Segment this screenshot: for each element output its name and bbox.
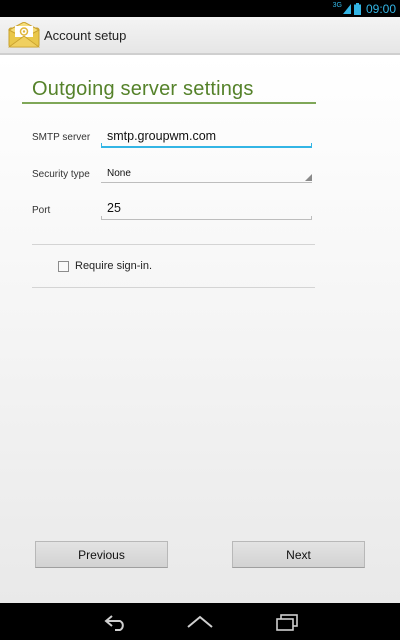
- smtp-server-input[interactable]: smtp.groupwm.com: [101, 128, 312, 148]
- section-divider: [32, 244, 315, 245]
- back-icon[interactable]: [103, 613, 129, 631]
- security-type-value: None: [107, 168, 131, 179]
- status-bar: 3G 09:00: [0, 0, 400, 17]
- home-icon[interactable]: [186, 613, 214, 631]
- status-time: 09:00: [365, 1, 396, 16]
- page-title: Outgoing server settings: [32, 78, 254, 100]
- email-app-icon: [8, 22, 40, 48]
- port-input[interactable]: 25: [101, 200, 312, 220]
- previous-button[interactable]: Previous: [35, 541, 168, 568]
- network-type: 3G: [332, 2, 342, 9]
- require-signin-row[interactable]: Require sign-in.: [58, 260, 152, 272]
- action-bar: Account setup: [0, 17, 400, 55]
- require-signin-label: Require sign-in.: [75, 260, 153, 272]
- navigation-bar: [0, 603, 400, 640]
- port-label: Port: [32, 205, 51, 216]
- next-button[interactable]: Next: [232, 541, 365, 568]
- recent-apps-icon[interactable]: [274, 613, 300, 631]
- security-type-select[interactable]: None: [101, 163, 312, 183]
- app-title: Account setup: [44, 27, 127, 43]
- main-content: Outgoing server settings SMTP server smt…: [0, 55, 400, 603]
- title-divider: [22, 102, 316, 104]
- dropdown-arrow-icon: [305, 174, 312, 181]
- section-divider: [32, 287, 315, 288]
- require-signin-checkbox[interactable]: [58, 260, 69, 272]
- security-type-label: Security type: [32, 169, 90, 180]
- battery-icon: [353, 2, 361, 15]
- smtp-server-label: SMTP server: [32, 132, 91, 143]
- signal-icon: [342, 3, 351, 14]
